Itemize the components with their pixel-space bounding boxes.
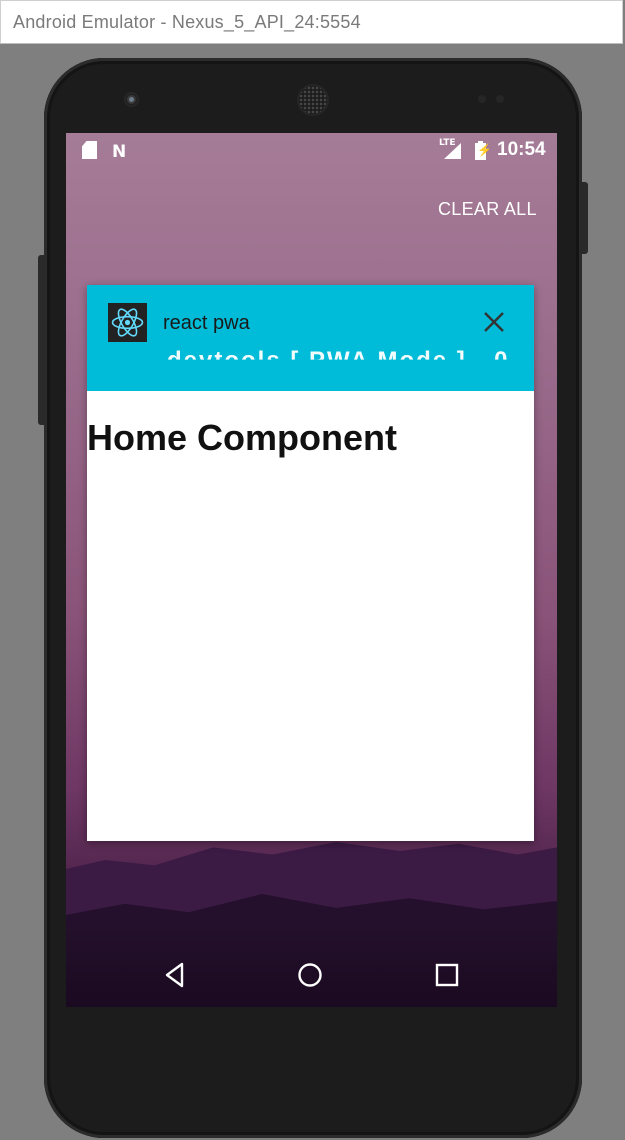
recents-icon[interactable] bbox=[433, 961, 461, 989]
status-clock: 10:54 bbox=[497, 139, 546, 160]
volume-button[interactable] bbox=[38, 255, 46, 425]
sd-card-icon bbox=[82, 141, 97, 159]
obscured-page-text: devtools [ PWA Mode ] - 0 bbox=[167, 347, 510, 374]
earpiece-speaker bbox=[299, 86, 327, 114]
clear-all-button[interactable]: CLEAR ALL bbox=[438, 199, 537, 220]
home-icon[interactable] bbox=[296, 961, 324, 989]
light-sensor bbox=[496, 95, 504, 103]
network-type: LTE bbox=[439, 138, 456, 148]
proximity-sensor bbox=[478, 95, 486, 103]
close-icon[interactable] bbox=[483, 311, 505, 333]
device-screen: N LTE ⚡ 10:54 CLEAR ALL react pwa devtoo… bbox=[66, 133, 557, 1007]
status-bar: N LTE ⚡ 10:54 bbox=[66, 133, 557, 167]
recent-app-name: react pwa bbox=[163, 312, 250, 334]
navigation-bar bbox=[66, 943, 557, 1007]
recent-app-card[interactable]: react pwa devtools [ PWA Mode ] - 0 Home… bbox=[87, 285, 534, 841]
recent-card-header[interactable]: react pwa devtools [ PWA Mode ] - 0 bbox=[87, 285, 534, 391]
window-title: Android Emulator - Nexus_5_API_24:5554 bbox=[13, 12, 361, 32]
n-notification-icon: N bbox=[112, 142, 127, 162]
react-logo-icon bbox=[108, 303, 147, 342]
recent-card-content[interactable]: Home Component bbox=[87, 391, 534, 841]
window-title-bar: Android Emulator - Nexus_5_API_24:5554 bbox=[0, 0, 623, 44]
battery-charging-icon: ⚡ bbox=[475, 141, 492, 160]
power-button[interactable] bbox=[580, 182, 588, 254]
front-camera bbox=[125, 93, 138, 106]
page-heading: Home Component bbox=[87, 417, 397, 458]
back-icon[interactable] bbox=[161, 961, 189, 989]
